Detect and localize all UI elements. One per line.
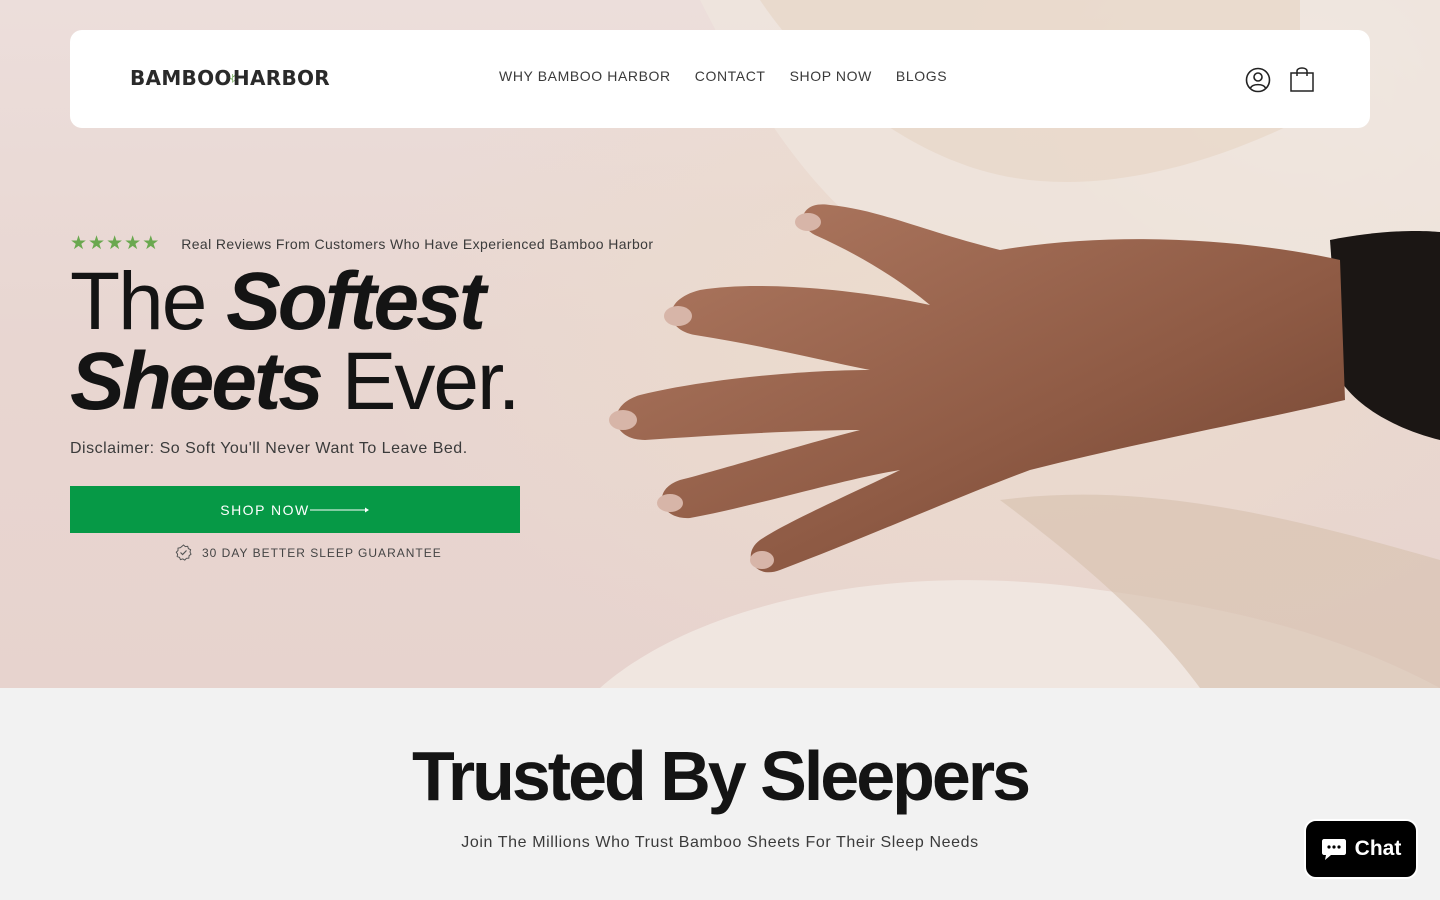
star-icon: ★: [142, 233, 160, 254]
star-icon: ★: [106, 233, 124, 254]
reviews-row: ★ ★ ★ ★ ★ Real Reviews From Customers Wh…: [70, 233, 654, 254]
nav-why-bamboo-harbor[interactable]: WHY BAMBOO HARBOR: [499, 68, 671, 84]
logo-text-right: HARBOR: [232, 66, 330, 90]
cart-icon[interactable]: [1288, 64, 1316, 92]
shop-now-button[interactable]: SHOP NOW: [70, 486, 520, 533]
star-icon: ★: [124, 233, 142, 254]
logo-text-left: BAMBOO: [130, 66, 232, 90]
headline-word-1: The: [70, 256, 207, 347]
arrow-right-icon: [309, 507, 369, 512]
logo[interactable]: BAMBOO HARBOR: [130, 60, 330, 96]
chat-label: Chat: [1354, 837, 1402, 860]
main-nav: WHY BAMBOO HARBOR CONTACT SHOP NOW BLOGS: [499, 68, 947, 84]
guarantee-text: 30 DAY BETTER SLEEP GUARANTEE: [202, 545, 442, 560]
headline-word-3: Sheets: [70, 336, 324, 427]
star-icon: ★: [88, 233, 106, 254]
site-header: BAMBOO HARBOR WHY BAMBOO HARBOR CONTACT …: [70, 30, 1370, 128]
hero-headline: The Softest Sheets Ever.: [70, 261, 521, 423]
nav-blogs[interactable]: BLOGS: [896, 68, 947, 84]
nav-contact[interactable]: CONTACT: [695, 68, 766, 84]
account-icon[interactable]: [1244, 66, 1272, 94]
headline-word-4: Ever.: [341, 336, 521, 427]
hero-disclaimer: Disclaimer: So Soft You'll Never Want To…: [70, 440, 468, 457]
shop-now-label: SHOP NOW: [220, 501, 310, 518]
guarantee-row: 30 DAY BETTER SLEEP GUARANTEE: [175, 544, 442, 561]
trusted-title: Trusted By Sleepers: [411, 737, 1031, 815]
headline-word-2: Softest: [226, 256, 486, 347]
hero-section: BAMBOO HARBOR WHY BAMBOO HARBOR CONTACT …: [0, 0, 1440, 688]
star-icon: ★: [70, 233, 88, 254]
trusted-subtitle: Join The Millions Who Trust Bamboo Sheet…: [461, 834, 979, 851]
chat-bubble-icon: [1321, 839, 1346, 860]
rating-stars: ★ ★ ★ ★ ★: [70, 233, 160, 254]
guarantee-badge-icon: [175, 544, 192, 561]
reviews-text: Real Reviews From Customers Who Have Exp…: [181, 236, 654, 252]
chat-button[interactable]: Chat: [1304, 819, 1418, 879]
nav-shop-now[interactable]: SHOP NOW: [790, 68, 872, 84]
